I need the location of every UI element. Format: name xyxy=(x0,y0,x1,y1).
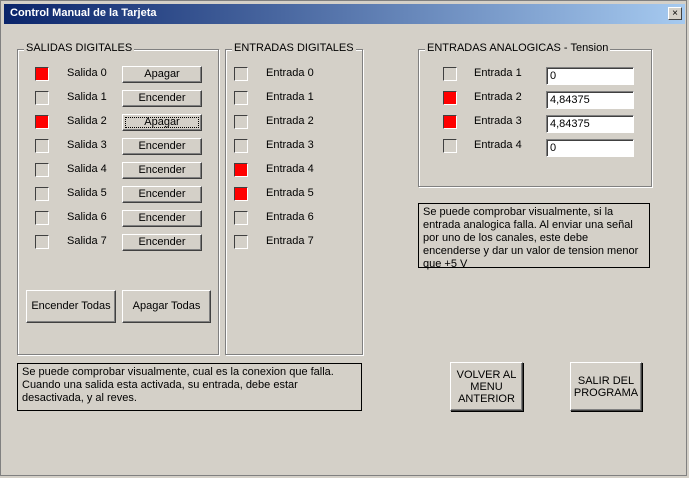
entrada-0-label: Entrada 0 xyxy=(266,67,314,79)
salir-programa-button[interactable]: SALIR DEL PROGRAMA xyxy=(570,362,642,411)
salida-6-indicator xyxy=(35,211,49,225)
salida-2-label: Salida 2 xyxy=(67,115,107,127)
title-bar[interactable]: Control Manual de la Tarjeta × xyxy=(4,4,685,24)
window-title: Control Manual de la Tarjeta xyxy=(10,7,157,19)
salida-5-label: Salida 5 xyxy=(67,187,107,199)
entrada-1-indicator xyxy=(234,91,248,105)
salida-5-toggle-button[interactable]: Encender xyxy=(122,186,202,203)
entrada-6-label: Entrada 6 xyxy=(266,211,314,223)
entrada-3-label: Entrada 3 xyxy=(266,139,314,151)
salida-1-label: Salida 1 xyxy=(67,91,107,103)
analog-1-indicator xyxy=(443,67,457,81)
salida-3-label: Salida 3 xyxy=(67,139,107,151)
salida-0-toggle-button[interactable]: Apagar xyxy=(122,66,202,83)
analog-note: Se puede comprobar visualmente, si la en… xyxy=(418,203,650,270)
salida-3-indicator xyxy=(35,139,49,153)
close-button[interactable]: × xyxy=(668,7,682,20)
entrada-5-indicator xyxy=(234,187,248,201)
analog-4-value-field[interactable]: 0 xyxy=(546,139,634,157)
entrada-4-label: Entrada 4 xyxy=(266,163,314,175)
entrada-7-indicator xyxy=(234,235,248,249)
salida-5-indicator xyxy=(35,187,49,201)
entrada-7-label: Entrada 7 xyxy=(266,235,314,247)
analog-3-label: Entrada 3 xyxy=(474,115,522,127)
entrada-2-indicator xyxy=(234,115,248,129)
analog-2-value-field[interactable]: 4,84375 xyxy=(546,91,634,109)
salida-4-indicator xyxy=(35,163,49,177)
analog-1-value-field[interactable]: 0 xyxy=(546,67,634,85)
salidas-group-label: SALIDAS DIGITALES xyxy=(24,42,135,54)
analog-3-value-field[interactable]: 4,84375 xyxy=(546,115,634,133)
salida-1-indicator xyxy=(35,91,49,105)
entrada-5-label: Entrada 5 xyxy=(266,187,314,199)
encender-todas-button[interactable]: Encender Todas xyxy=(26,290,116,323)
apagar-todas-button[interactable]: Apagar Todas xyxy=(122,290,211,323)
salida-7-toggle-button[interactable]: Encender xyxy=(122,234,202,251)
analog-2-label: Entrada 2 xyxy=(474,91,522,103)
salida-7-label: Salida 7 xyxy=(67,235,107,247)
volver-menu-button[interactable]: VOLVER AL MENU ANTERIOR xyxy=(450,362,523,411)
salida-3-toggle-button[interactable]: Encender xyxy=(122,138,202,155)
salida-4-label: Salida 4 xyxy=(67,163,107,175)
entrada-6-indicator xyxy=(234,211,248,225)
salida-0-label: Salida 0 xyxy=(67,67,107,79)
entradas-group-label: ENTRADAS DIGITALES xyxy=(232,42,356,54)
entrada-0-indicator xyxy=(234,67,248,81)
salida-0-indicator xyxy=(35,67,49,81)
salida-6-toggle-button[interactable]: Encender xyxy=(122,210,202,227)
entrada-1-label: Entrada 1 xyxy=(266,91,314,103)
entrada-4-indicator xyxy=(234,163,248,177)
analogicas-group-label: ENTRADAS ANALOGICAS - Tension xyxy=(425,42,611,54)
salida-4-toggle-button[interactable]: Encender xyxy=(122,162,202,179)
salida-2-indicator xyxy=(35,115,49,129)
digital-note: Se puede comprobar visualmente, cual es … xyxy=(17,363,362,411)
analog-2-indicator xyxy=(443,91,457,105)
analog-4-label: Entrada 4 xyxy=(474,139,522,151)
analog-4-indicator xyxy=(443,139,457,153)
entrada-3-indicator xyxy=(234,139,248,153)
salida-2-toggle-button[interactable]: Apagar xyxy=(122,114,202,131)
analog-1-label: Entrada 1 xyxy=(474,67,522,79)
salida-1-toggle-button[interactable]: Encender xyxy=(122,90,202,107)
salida-7-indicator xyxy=(35,235,49,249)
analog-3-indicator xyxy=(443,115,457,129)
salida-6-label: Salida 6 xyxy=(67,211,107,223)
main-window: Control Manual de la Tarjeta × SALIDAS D… xyxy=(0,0,687,476)
entrada-2-label: Entrada 2 xyxy=(266,115,314,127)
